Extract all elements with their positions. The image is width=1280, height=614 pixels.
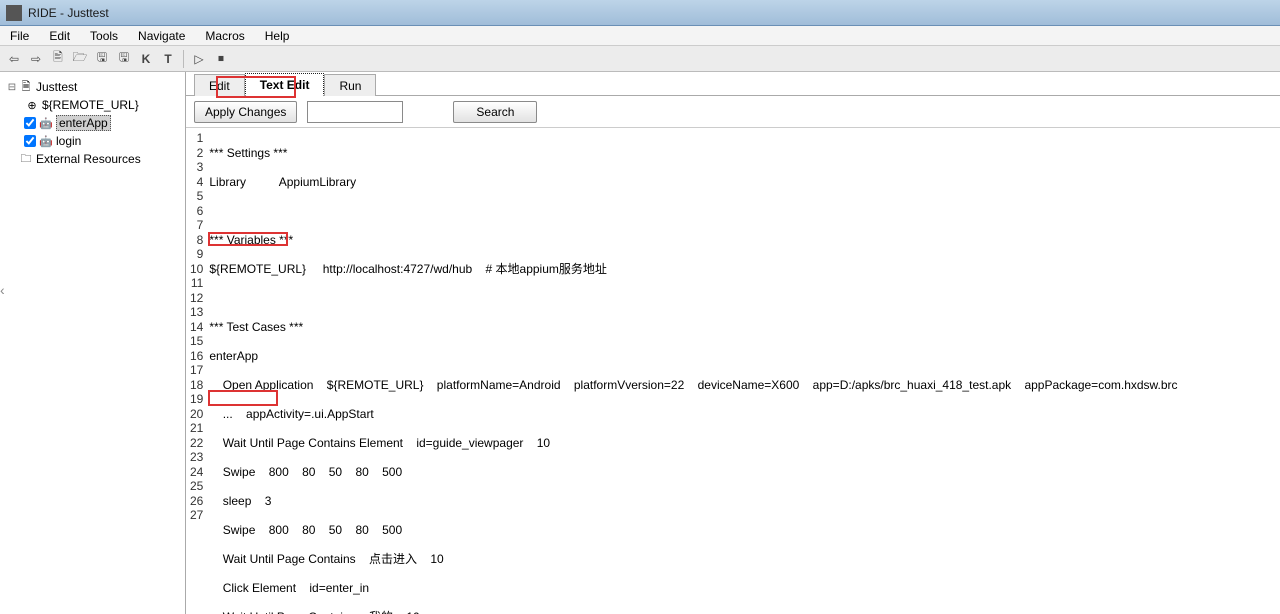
toolbar: ⇦ ⇨ 🖹 🗁 🖫 🖫 K T ▷ ⏹ — [0, 46, 1280, 72]
line-number: 4 — [190, 175, 203, 190]
collapse-icon[interactable]: ⊟ — [6, 82, 18, 93]
line-number: 12 — [190, 291, 203, 306]
code-line: Swipe 800 80 50 80 500 — [209, 465, 1177, 480]
tree-testcase-label: login — [56, 134, 81, 148]
line-number: 26 — [190, 494, 203, 509]
window-title: RIDE - Justtest — [28, 6, 109, 20]
code-line — [209, 291, 1177, 306]
line-number: 13 — [190, 305, 203, 320]
line-number: 11 — [190, 276, 203, 291]
stop-icon[interactable]: ⏹ — [211, 49, 231, 69]
line-number: 17 — [190, 363, 203, 378]
testcase-checkbox[interactable] — [24, 135, 36, 147]
sidebar-tree[interactable]: ⊟ 🗎 Justtest ⊕ ${REMOTE_URL} 🤖 enterApp … — [0, 72, 186, 614]
tree-variable-label: ${REMOTE_URL} — [42, 98, 139, 112]
code-line: Click Element id=enter_in — [209, 581, 1177, 596]
open-icon[interactable]: 🖹 — [48, 49, 68, 69]
tree-root[interactable]: ⊟ 🗎 Justtest — [2, 78, 183, 96]
line-number: 19 — [190, 392, 203, 407]
app-icon — [6, 5, 22, 21]
search-button[interactable]: Search — [453, 101, 537, 123]
line-number: 14 — [190, 320, 203, 335]
code-line: Wait Until Page Contains 点击进入 10 — [209, 552, 1177, 567]
menu-bar: File Edit Tools Navigate Macros Help — [0, 26, 1280, 46]
menu-macros[interactable]: Macros — [195, 26, 254, 45]
code-editor[interactable]: 1 2 3 4 5 6 7 8 9 10 11 12 13 14 15 16 1… — [186, 128, 1280, 614]
tree-testcase-enterapp[interactable]: 🤖 enterApp — [2, 114, 183, 132]
editor-panel: Edit Text Edit Run Apply Changes Search … — [186, 72, 1280, 614]
line-number: 25 — [190, 479, 203, 494]
code-line: ... appActivity=.ui.AppStart — [209, 407, 1177, 422]
code-line — [209, 204, 1177, 219]
folder-icon[interactable]: 🗁 — [70, 49, 90, 69]
line-number: 16 — [190, 349, 203, 364]
line-number: 6 — [190, 204, 203, 219]
apply-changes-button[interactable]: Apply Changes — [194, 101, 297, 123]
suite-icon: 🗎 — [18, 80, 34, 94]
code-line: Swipe 800 80 50 80 500 — [209, 523, 1177, 538]
code-line: *** Test Cases *** — [209, 320, 1177, 335]
line-number: 23 — [190, 450, 203, 465]
line-number: 8 — [190, 233, 203, 248]
code-line: Library AppiumLibrary — [209, 175, 1177, 190]
saveall-icon[interactable]: 🖫 — [114, 49, 134, 69]
code-content[interactable]: *** Settings *** Library AppiumLibrary *… — [209, 128, 1177, 614]
line-number: 9 — [190, 247, 203, 262]
tree-external-label: External Resources — [36, 152, 141, 166]
tree-variable[interactable]: ⊕ ${REMOTE_URL} — [2, 96, 183, 114]
code-line: *** Settings *** — [209, 146, 1177, 161]
tag-t-icon[interactable]: T — [158, 49, 178, 69]
code-line: ${REMOTE_URL} http://localhost:4727/wd/h… — [209, 262, 1177, 277]
line-number: 24 — [190, 465, 203, 480]
menu-help[interactable]: Help — [255, 26, 300, 45]
menu-navigate[interactable]: Navigate — [128, 26, 195, 45]
line-number: 27 — [190, 508, 203, 523]
code-line: Wait Until Page Contains 我的 10 — [209, 610, 1177, 614]
code-line: enterApp — [209, 349, 1177, 364]
code-line: *** Variables *** — [209, 233, 1177, 248]
line-number: 20 — [190, 407, 203, 422]
menu-tools[interactable]: Tools — [80, 26, 128, 45]
line-number: 18 — [190, 378, 203, 393]
line-number: 7 — [190, 218, 203, 233]
tree-root-label: Justtest — [36, 80, 77, 94]
editor-tabs: Edit Text Edit Run — [186, 72, 1280, 96]
tab-run[interactable]: Run — [324, 74, 376, 96]
line-number: 22 — [190, 436, 203, 451]
collapse-chevron-icon[interactable]: ‹ — [0, 282, 5, 298]
line-number: 1 — [190, 131, 203, 146]
save-icon[interactable]: 🖫 — [92, 49, 112, 69]
back-icon[interactable]: ⇦ — [4, 49, 24, 69]
toolbar-divider — [183, 50, 184, 68]
line-number: 5 — [190, 189, 203, 204]
forward-icon[interactable]: ⇨ — [26, 49, 46, 69]
editor-toolbar: Apply Changes Search — [186, 96, 1280, 128]
code-line: sleep 3 — [209, 494, 1177, 509]
line-number: 15 — [190, 334, 203, 349]
tree-testcase-login[interactable]: 🤖 login — [2, 132, 183, 150]
menu-file[interactable]: File — [0, 26, 39, 45]
play-icon[interactable]: ▷ — [189, 49, 209, 69]
tree-external-resources[interactable]: 🗀 External Resources — [2, 150, 183, 168]
title-bar: RIDE - Justtest — [0, 0, 1280, 26]
folder-icon: 🗀 — [18, 152, 34, 166]
tab-text-edit[interactable]: Text Edit — [245, 73, 325, 96]
line-number: 10 — [190, 262, 203, 277]
line-number: 2 — [190, 146, 203, 161]
tree-testcase-label: enterApp — [56, 115, 111, 131]
line-number: 21 — [190, 421, 203, 436]
keyword-k-icon[interactable]: K — [136, 49, 156, 69]
tab-edit[interactable]: Edit — [194, 74, 245, 96]
menu-edit[interactable]: Edit — [39, 26, 80, 45]
line-number: 3 — [190, 160, 203, 175]
testcase-checkbox[interactable] — [24, 117, 36, 129]
variable-icon: ⊕ — [24, 98, 40, 112]
code-line: Open Application ${REMOTE_URL} platformN… — [209, 378, 1177, 393]
search-input[interactable] — [307, 101, 403, 123]
robot-icon: 🤖 — [38, 116, 54, 130]
line-number-gutter: 1 2 3 4 5 6 7 8 9 10 11 12 13 14 15 16 1… — [186, 128, 209, 614]
code-line: Wait Until Page Contains Element id=guid… — [209, 436, 1177, 451]
robot-icon: 🤖 — [38, 134, 54, 148]
